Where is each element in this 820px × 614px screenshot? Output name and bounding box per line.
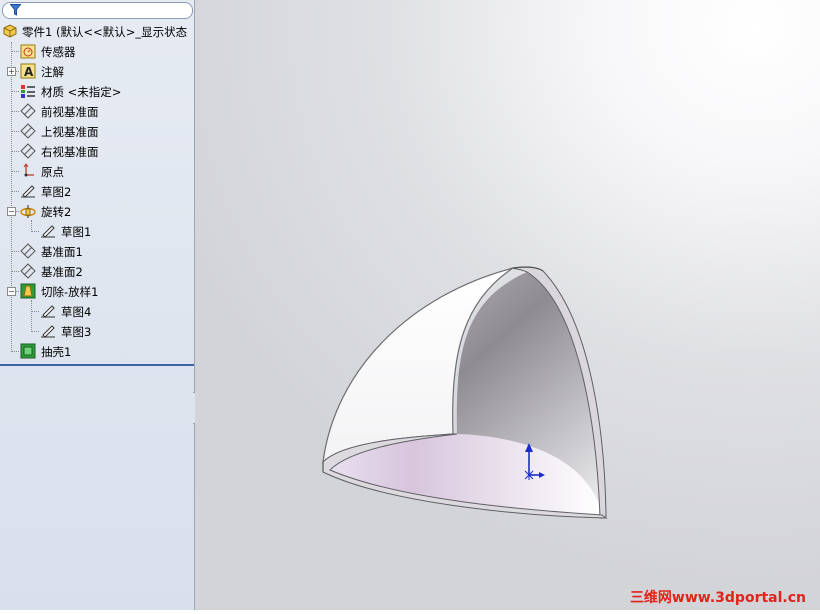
material-icon [21, 85, 35, 98]
tree-item-plane2[interactable]: 基准面2 [0, 262, 194, 280]
tree-item-annotations[interactable]: + A 注解 [0, 62, 194, 80]
filter-icon[interactable] [10, 4, 21, 16]
sensor-icon [20, 44, 36, 59]
feature-tree: 零件1 (默认<<默认>_显示状态 传感器 + A 注解 材质 <未指定> 前视… [0, 20, 194, 366]
tree-item-sketch2[interactable]: 草图2 [0, 182, 194, 200]
tree-item-sketch3[interactable]: 草图3 [0, 322, 194, 340]
sketch-icon [21, 185, 35, 198]
annotation-icon: A [20, 63, 36, 79]
plane-icon [20, 123, 36, 139]
tree-item-cut-loft1[interactable]: − 切除-放样1 [0, 282, 194, 300]
tree-root-label: 零件1 (默认<<默认>_显示状态 [22, 25, 188, 39]
origin-icon [23, 163, 34, 177]
watermark-text: 三维网www.3dportal.cn [629, 590, 806, 606]
collapse-toggle[interactable]: − [7, 207, 16, 216]
graphics-area[interactable] [195, 0, 820, 610]
tree-item-revolve2[interactable]: − 旋转2 [0, 202, 194, 220]
plane-icon [20, 103, 36, 119]
plane-icon [20, 263, 36, 279]
tree-item-material[interactable]: 材质 <未指定> [0, 82, 194, 100]
filter-bar[interactable] [2, 2, 193, 19]
svg-text:A: A [24, 65, 34, 79]
shell-icon [20, 343, 36, 359]
tree-root-part[interactable]: 零件1 (默认<<默认>_显示状态 [0, 22, 194, 40]
tree-item-top-plane[interactable]: 上视基准面 [0, 122, 194, 140]
tree-item-right-plane[interactable]: 右视基准面 [0, 142, 194, 160]
feature-manager-panel: 零件1 (默认<<默认>_显示状态 传感器 + A 注解 材质 <未指定> 前视… [0, 0, 195, 610]
sketch-icon [41, 225, 55, 238]
tree-item-plane1[interactable]: 基准面1 [0, 242, 194, 260]
tree-item-sketch1[interactable]: 草图1 [0, 222, 194, 240]
cut-loft-icon [20, 283, 36, 299]
tree-item-origin[interactable]: 原点 [0, 162, 194, 180]
collapse-toggle[interactable]: − [7, 287, 16, 296]
tree-item-shell1[interactable]: 抽壳1 [0, 342, 194, 360]
shell-model[interactable] [195, 0, 820, 610]
sketch-icon [41, 305, 55, 318]
plane-icon [20, 243, 36, 259]
expand-toggle[interactable]: + [7, 67, 16, 76]
sketch-icon [41, 325, 55, 338]
revolve-icon [20, 205, 36, 218]
tree-item-front-plane[interactable]: 前视基准面 [0, 102, 194, 120]
tree-item-sketch4[interactable]: 草图4 [0, 302, 194, 320]
plane-icon [20, 143, 36, 159]
tree-item-sensors[interactable]: 传感器 [0, 42, 194, 60]
part-icon [3, 24, 17, 38]
